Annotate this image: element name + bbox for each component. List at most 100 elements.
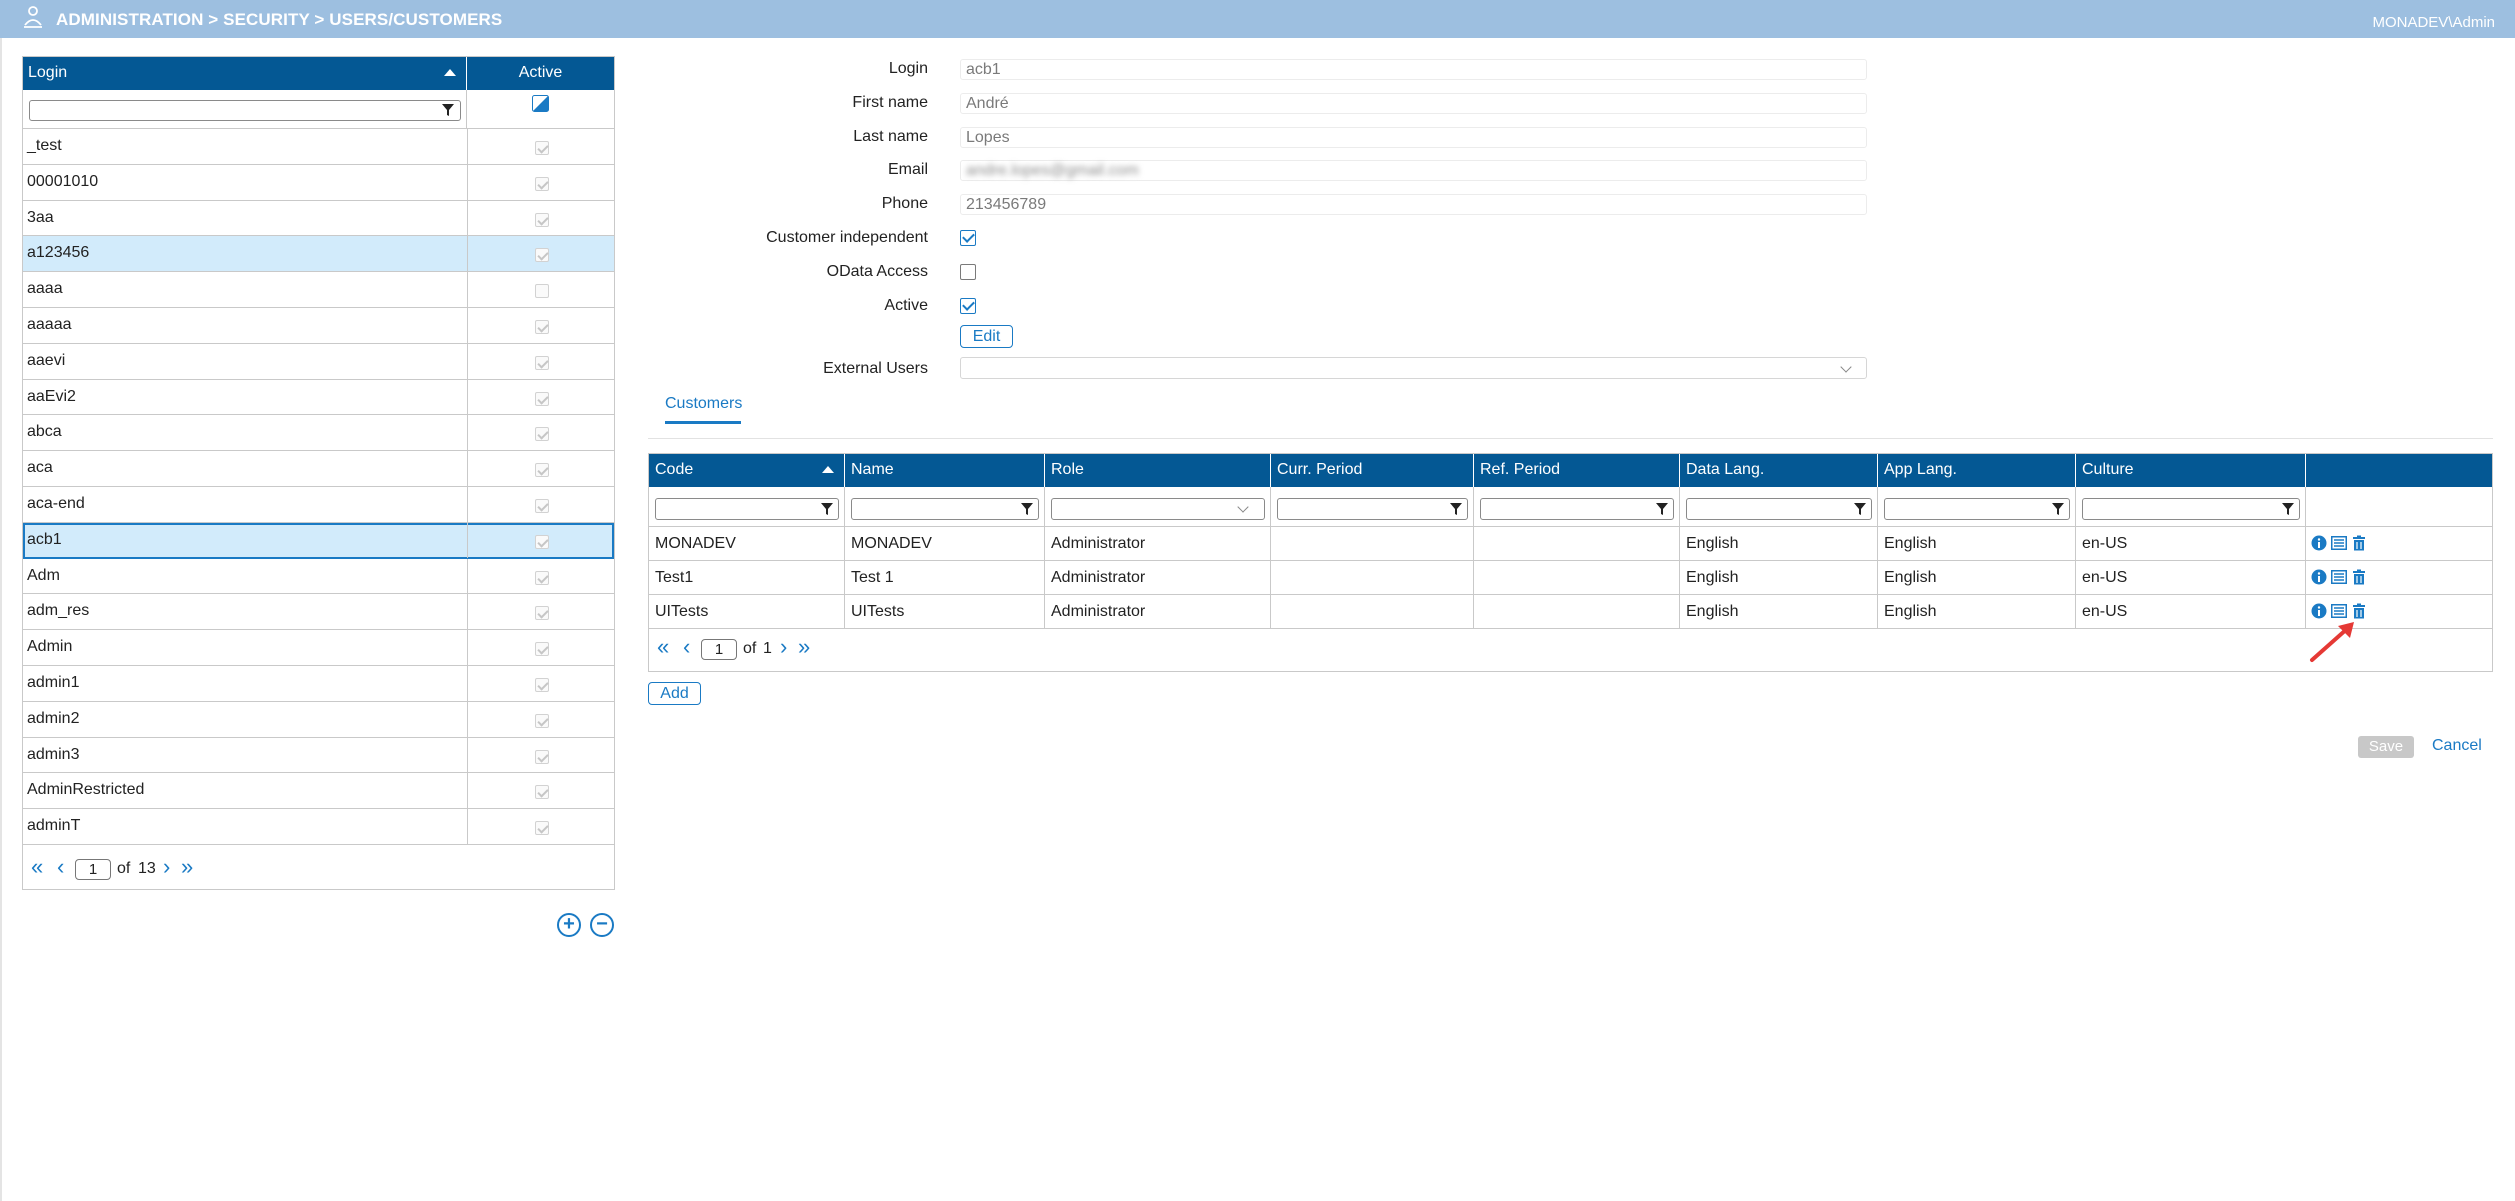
cancel-link[interactable]: Cancel	[2432, 737, 2482, 755]
user-row[interactable]: adminT	[23, 809, 614, 845]
details-list-icon[interactable]	[2331, 535, 2347, 551]
culture-filter-input[interactable]	[2082, 498, 2300, 520]
app-lang-filter-input[interactable]	[1884, 498, 2070, 520]
customer-row[interactable]: Test1 Test 1 Administrator English English en…	[649, 561, 2492, 595]
active-filter-toggle-icon[interactable]	[532, 95, 549, 112]
info-icon[interactable]	[2311, 569, 2327, 585]
user-row[interactable]: aaaa	[23, 272, 614, 308]
customer-data-lang-cell: English	[1680, 595, 1878, 629]
column-header-active[interactable]: Active	[467, 57, 614, 90]
user-row[interactable]: aaEvi2	[23, 379, 614, 416]
remove-user-icon[interactable]: −	[590, 913, 614, 937]
phone-field[interactable]: 213456789	[960, 194, 1867, 215]
filter-icon[interactable]	[1853, 502, 1867, 516]
user-active-checkbox	[535, 570, 549, 585]
previous-page-icon[interactable]: ‹	[57, 856, 64, 878]
column-header-code[interactable]: Code	[649, 454, 845, 487]
user-login: 3aa	[27, 208, 54, 226]
email-field[interactable]: andre.lopes@gmail.com	[960, 160, 1867, 181]
tab-customers[interactable]: Customers	[665, 395, 742, 413]
customer-row[interactable]: MONADEV MONADEV Administrator English Englis…	[649, 527, 2492, 561]
next-page-icon[interactable]: ›	[163, 856, 170, 878]
add-customer-button[interactable]: Add	[648, 682, 701, 705]
customer-ref-period-cell	[1474, 595, 1680, 629]
customer-code-cell: UITests	[649, 595, 845, 629]
details-list-icon[interactable]	[2331, 569, 2347, 585]
page-number-input[interactable]: 1	[75, 859, 111, 880]
trash-icon[interactable]	[2351, 569, 2367, 585]
last-page-icon[interactable]: »	[181, 856, 193, 878]
first-page-icon[interactable]: «	[31, 856, 43, 878]
filter-icon[interactable]	[2051, 502, 2065, 516]
trash-icon[interactable]	[2351, 535, 2367, 551]
last-name-field[interactable]: Lopes	[960, 127, 1867, 148]
external-users-select[interactable]	[960, 357, 1867, 379]
user-row[interactable]: abca	[23, 415, 614, 452]
details-list-icon[interactable]	[2331, 603, 2347, 619]
login-filter-input[interactable]	[29, 100, 461, 121]
column-header-culture[interactable]: Culture	[2076, 454, 2306, 487]
column-header-data-lang[interactable]: Data Lang.	[1680, 454, 1878, 487]
users-grid-header: Login Active	[23, 57, 614, 90]
first-page-icon[interactable]: «	[657, 636, 669, 658]
column-header-name[interactable]: Name	[845, 454, 1045, 487]
filter-icon[interactable]	[1020, 502, 1034, 516]
column-header-login[interactable]: Login	[23, 57, 467, 90]
odata-access-checkbox[interactable]	[960, 264, 976, 280]
user-row[interactable]: aca	[23, 451, 614, 487]
user-login: _test	[27, 137, 62, 154]
code-filter-input[interactable]	[655, 498, 839, 520]
role-filter-input[interactable]	[1051, 498, 1265, 520]
customer-culture-cell: en-US	[2076, 561, 2306, 595]
filter-icon[interactable]	[1655, 502, 1669, 516]
data-lang-filter-input[interactable]	[1686, 498, 1872, 520]
filter-icon[interactable]	[1449, 502, 1463, 516]
login-field[interactable]: acb1	[960, 59, 1867, 80]
edit-button[interactable]: Edit	[960, 325, 1013, 348]
user-row[interactable]: AdminRestricted	[23, 773, 614, 810]
current-user[interactable]: MONADEV\Admin	[2372, 14, 2495, 31]
customer-ref-period-cell	[1474, 561, 1680, 595]
user-row[interactable]: aca-end	[23, 486, 614, 523]
customer-independent-checkbox[interactable]	[960, 230, 976, 246]
user-row[interactable]: admin3	[23, 737, 614, 774]
page-number-input[interactable]: 1	[701, 639, 737, 660]
add-user-icon[interactable]: +	[557, 913, 581, 937]
info-icon[interactable]	[2311, 535, 2327, 551]
customer-row[interactable]: UITests UITests Administrator English Englis…	[649, 595, 2492, 629]
save-button[interactable]: Save	[2358, 736, 2414, 758]
column-header-role[interactable]: Role	[1045, 454, 1271, 487]
user-row[interactable]: adm_res	[23, 594, 614, 631]
active-checkbox[interactable]	[960, 298, 976, 314]
column-header-ref-period[interactable]: Ref. Period	[1474, 454, 1680, 487]
user-row[interactable]: acb1	[23, 522, 614, 559]
ref-period-filter-input[interactable]	[1480, 498, 1674, 520]
curr-period-filter-input[interactable]	[1277, 498, 1468, 520]
user-row[interactable]: Admin	[23, 630, 614, 666]
trash-icon[interactable]	[2351, 603, 2367, 619]
customer-name-cell: Test 1	[845, 561, 1045, 595]
user-row[interactable]: admin1	[23, 665, 614, 702]
next-page-icon[interactable]: ›	[780, 636, 787, 658]
column-header-app-lang[interactable]: App Lang.	[1878, 454, 2076, 487]
user-row[interactable]: 00001010	[23, 164, 614, 201]
filter-icon[interactable]	[2281, 502, 2295, 516]
user-row[interactable]: admin2	[23, 701, 614, 738]
filter-icon[interactable]	[820, 502, 834, 516]
previous-page-icon[interactable]: ‹	[683, 636, 690, 658]
column-header-curr-period[interactable]: Curr. Period	[1271, 454, 1474, 487]
user-login: adminT	[27, 817, 81, 835]
user-row[interactable]: Adm	[23, 558, 614, 595]
user-row[interactable]: aaaaa	[23, 307, 614, 344]
user-row[interactable]: 3aa	[23, 200, 614, 237]
filter-icon[interactable]	[441, 103, 455, 117]
first-name-field[interactable]: André	[960, 93, 1867, 114]
user-row[interactable]: aaevi	[23, 343, 614, 380]
user-row[interactable]: a123456	[23, 236, 614, 273]
last-page-icon[interactable]: »	[798, 636, 810, 658]
name-filter-input[interactable]	[851, 498, 1039, 520]
pager-of-label: of	[743, 640, 757, 657]
info-icon[interactable]	[2311, 603, 2327, 619]
customer-independent-label: Customer independent	[766, 229, 928, 246]
user-row[interactable]: _test	[23, 129, 614, 165]
